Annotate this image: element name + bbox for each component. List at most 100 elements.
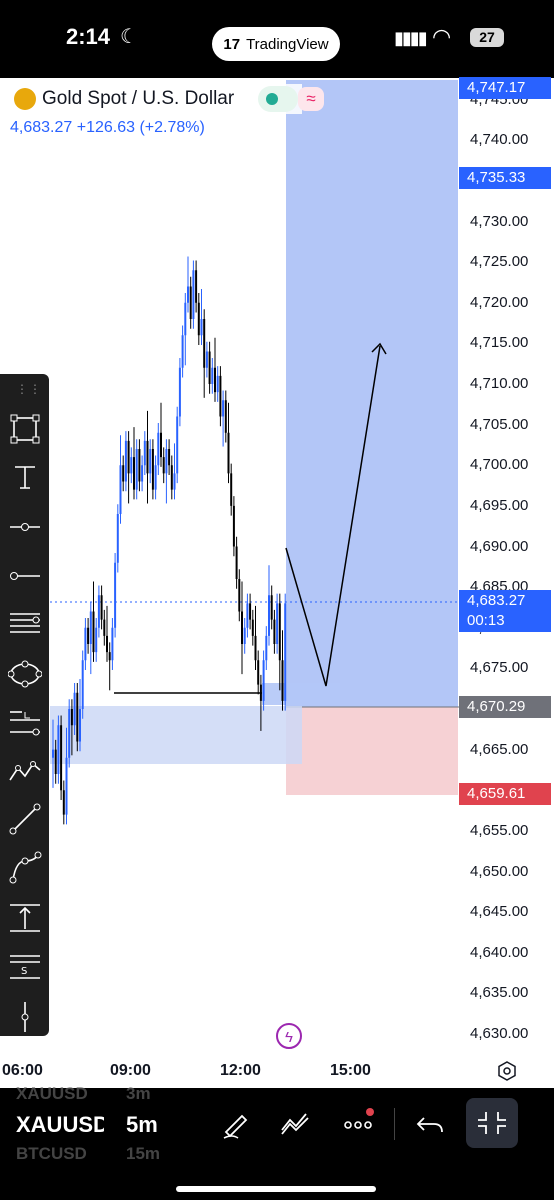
toolbar-drag-handle-icon[interactable]: ⋮⋮ [16, 382, 42, 396]
price-axis-label: 4,675.00 [470, 659, 529, 677]
rectangle-tool-icon[interactable] [8, 412, 42, 446]
candle-body [157, 432, 160, 466]
candle-body [168, 449, 171, 466]
price-axis-label: 4,705.00 [470, 415, 529, 433]
candle-body [57, 725, 60, 774]
wifi-icon: ◠ [432, 24, 452, 49]
candle-body [230, 473, 233, 506]
horizontal-ray-tool-icon[interactable] [8, 510, 42, 544]
candle-body [81, 660, 84, 709]
candle-body [84, 627, 87, 661]
last-price: 4,683.27 [10, 119, 73, 136]
fib-levels-tool-icon[interactable]: S [8, 950, 42, 984]
fullscreen-button[interactable] [466, 1098, 518, 1148]
candle-body [211, 367, 214, 384]
drawing-toolbar: ⋮⋮ S [0, 374, 49, 1036]
more-options-icon[interactable] [340, 1106, 376, 1142]
price-axis-label: 4,710.00 [470, 375, 529, 392]
candle-body [195, 270, 198, 303]
candle-body [224, 400, 227, 433]
price-axis-label: 4,630.00 [470, 1025, 529, 1042]
candle-body [162, 457, 165, 474]
candle-body [251, 619, 254, 636]
undo-icon[interactable] [412, 1106, 448, 1142]
candle-body [181, 335, 184, 368]
candle-body [151, 449, 154, 490]
text-tool-icon[interactable] [8, 460, 42, 494]
entry-tag: 4,670.29 [459, 696, 551, 718]
target-top-tag: 4,747.17 [459, 77, 551, 99]
candle-body [133, 457, 135, 490]
indicators-icon[interactable] [278, 1106, 314, 1142]
interval-next[interactable]: 15m [126, 1144, 160, 1164]
candle-body [278, 603, 281, 661]
horizontal-line-tool-icon[interactable] [8, 559, 42, 593]
interval-current[interactable]: 5m [126, 1112, 158, 1138]
candle-body [241, 611, 243, 644]
candle-body [197, 302, 200, 336]
vertical-line-tool-icon[interactable] [8, 1000, 42, 1034]
settings-hexagon-icon[interactable] [497, 1061, 517, 1081]
candle-body [173, 473, 176, 490]
candle-body [52, 749, 54, 758]
stop-tag: 4,659.61 [459, 783, 551, 805]
candle-countdown: 00:13 [467, 612, 505, 629]
ellipse-tool-icon[interactable] [8, 657, 42, 691]
candle-body [270, 595, 273, 620]
candle-body [160, 432, 162, 458]
long-position-loss-zone [286, 707, 458, 795]
candle-body [257, 660, 260, 685]
candle-body [119, 465, 122, 514]
status-bar: 2:14 ☾ 17 TradingView ▮▮▮▮ ◠ 27 [0, 0, 554, 78]
candle-body [76, 692, 79, 742]
home-indicator [176, 1186, 376, 1192]
candle-body [73, 692, 76, 726]
candle-body [276, 603, 279, 644]
curve-tool-icon[interactable] [8, 851, 42, 885]
tradingview-pill[interactable]: 17 TradingView [212, 27, 340, 61]
interval-prev[interactable]: 3m [126, 1084, 151, 1104]
candle-body [216, 375, 219, 393]
tradingview-logo-icon: 17 [223, 35, 241, 53]
candle-body [232, 505, 235, 547]
price-axis-label: 4,695.00 [470, 496, 529, 514]
path-tool-icon[interactable] [8, 754, 42, 788]
symbol-prev[interactable]: XAUUSD [16, 1084, 88, 1104]
candle-body [219, 375, 222, 417]
candle-body [127, 440, 130, 474]
quote-line: 4,683.27 +126.63 (+2.78%) [10, 119, 205, 137]
candle-body [259, 684, 262, 701]
candle-body [205, 351, 208, 368]
price-axis-label: 4,650.00 [470, 862, 529, 880]
candle-body [130, 457, 133, 474]
symbol-current[interactable]: XAUUSD [16, 1112, 104, 1138]
price-axis-label: 4,655.00 [470, 821, 529, 839]
candle-body [79, 709, 81, 742]
candle-body [227, 432, 230, 474]
flash-icon[interactable]: ϟ [276, 1023, 302, 1049]
candle-body [122, 465, 125, 482]
candle-body [268, 595, 270, 636]
fib-retracement-tool-icon[interactable] [8, 606, 42, 640]
toolbar-divider [394, 1108, 395, 1140]
candle-body [141, 465, 144, 482]
draw-pen-icon[interactable] [218, 1106, 254, 1142]
trend-line-tool-icon[interactable] [8, 802, 42, 836]
symbol-header[interactable]: Gold Spot / U.S. Dollar [10, 84, 303, 114]
date-price-range-tool-icon[interactable] [8, 901, 42, 935]
wave-icon: ≈ [298, 87, 324, 111]
price-axis-label: 4,640.00 [470, 943, 529, 961]
price-axis-label: 4,635.00 [470, 984, 529, 1002]
candle-body [106, 635, 108, 653]
candle-body [170, 465, 173, 490]
candle-body [87, 627, 90, 644]
price-axis-label: 4,715.00 [470, 334, 529, 352]
candle-body [92, 611, 95, 653]
long-position-tool-icon[interactable] [8, 706, 42, 740]
status-time: 2:14 [66, 24, 111, 49]
candle-body [89, 611, 92, 644]
candle-body [65, 757, 68, 815]
price-axis-label: 4,665.00 [470, 740, 529, 758]
time-label: 15:00 [330, 1062, 371, 1079]
symbol-next[interactable]: BTCUSD [16, 1144, 87, 1164]
